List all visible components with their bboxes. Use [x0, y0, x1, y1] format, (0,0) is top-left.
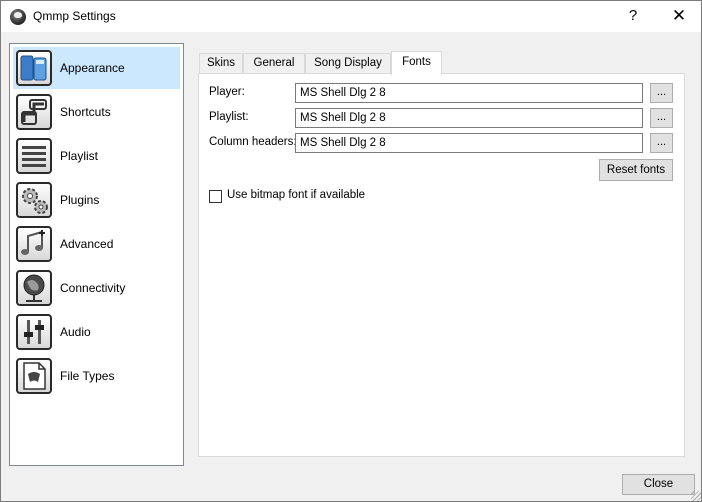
title-bar: Qmmp Settings ? ✕ [1, 1, 701, 32]
settings-category-list: Appearance Shortcuts Playlist Plugins Ad… [9, 43, 184, 466]
sidebar-item-shortcuts[interactable]: Shortcuts [13, 91, 180, 133]
sidebar-item-plugins[interactable]: Plugins [13, 179, 180, 221]
sidebar-item-label: Appearance [60, 61, 125, 75]
sidebar-item-label: Plugins [60, 193, 100, 207]
playlist-font-browse-button[interactable]: ... [650, 108, 673, 128]
player-font-field[interactable] [295, 83, 643, 103]
sidebar-item-advanced[interactable]: Advanced [13, 223, 180, 265]
sidebar-item-label: Connectivity [60, 281, 126, 295]
close-window-button[interactable]: ✕ [659, 4, 699, 28]
file-types-icon [16, 358, 52, 394]
connectivity-icon [16, 270, 52, 306]
sidebar-item-file-types[interactable]: File Types [13, 355, 180, 397]
plugins-icon [16, 182, 52, 218]
playlist-font-label: Playlist: [209, 111, 249, 123]
window-title: Qmmp Settings [33, 9, 116, 23]
tab-general[interactable]: General [243, 53, 305, 74]
bitmap-font-checkbox-label: Use bitmap font if available [227, 189, 366, 201]
sidebar-item-playlist[interactable]: Playlist [13, 135, 180, 177]
audio-icon [16, 314, 52, 350]
column-headers-font-label: Column headers: [209, 136, 297, 148]
sidebar-item-label: Shortcuts [60, 105, 111, 119]
column-headers-font-browse-button[interactable]: ... [650, 133, 673, 153]
settings-window: Qmmp Settings ? ✕ Appearance Shortcuts P… [0, 0, 702, 502]
player-font-browse-button[interactable]: ... [650, 83, 673, 103]
sidebar-item-label: Audio [60, 325, 91, 339]
reset-fonts-button[interactable]: Reset fonts [599, 159, 673, 181]
qmmp-app-icon [10, 9, 26, 25]
column-headers-font-field[interactable] [295, 133, 643, 153]
player-font-label: Player: [209, 86, 245, 98]
sidebar-item-label: Advanced [60, 237, 114, 251]
playlist-font-field[interactable] [295, 108, 643, 128]
sidebar-item-label: Playlist [60, 149, 99, 163]
close-button[interactable]: Close [622, 474, 695, 495]
tab-fonts[interactable]: Fonts [391, 51, 442, 75]
sidebar-item-connectivity[interactable]: Connectivity [13, 267, 180, 309]
shortcuts-icon [16, 94, 52, 130]
tab-skins[interactable]: Skins [199, 53, 243, 74]
sidebar-item-label: File Types [60, 369, 115, 383]
bitmap-font-checkbox[interactable] [209, 190, 222, 203]
help-button[interactable]: ? [621, 6, 645, 26]
appearance-icon [16, 50, 52, 86]
tab-song-display[interactable]: Song Display [305, 53, 391, 74]
resize-grip[interactable] [691, 491, 701, 501]
playlist-icon [16, 138, 52, 174]
sidebar-item-appearance[interactable]: Appearance [13, 47, 180, 89]
fonts-tab-panel [198, 73, 685, 457]
sidebar-item-audio[interactable]: Audio [13, 311, 180, 353]
advanced-icon [16, 226, 52, 262]
